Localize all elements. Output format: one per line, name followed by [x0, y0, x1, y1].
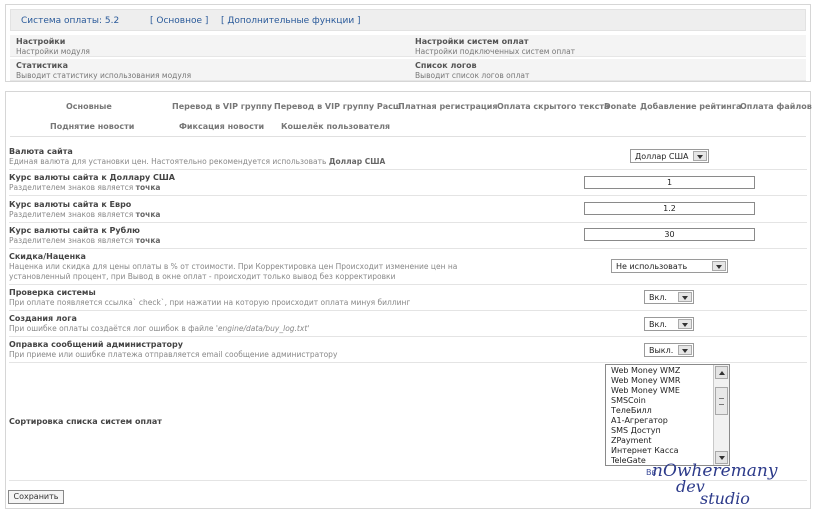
notify-title: Оправка сообщений администратору	[9, 340, 183, 349]
module-payment-systems[interactable]: Настройки систем оплат Настройки подключ…	[415, 37, 575, 56]
list-item[interactable]: Web Money WMR	[606, 376, 713, 386]
list-item[interactable]: SMSCoin	[606, 396, 713, 406]
listbox-scrollbar[interactable]	[713, 365, 729, 465]
list-item[interactable]: A1-Агрегатор	[606, 416, 713, 426]
log-desc: При ошибке оплаты создаётся лог ошибок в…	[9, 324, 310, 333]
tab-paid-registration[interactable]: Платная регистрация	[398, 102, 498, 111]
tab-news-up[interactable]: Поднятие новости	[50, 122, 134, 131]
scroll-up-icon[interactable]	[715, 366, 728, 379]
tab-main-link[interactable]: [ Основное ]	[150, 16, 208, 26]
discount-desc: Наценка или скидка для цены оплаты в % о…	[9, 262, 458, 281]
watermark-line1: nOwheremany	[652, 461, 778, 481]
currency-select[interactable]: Доллар США	[630, 149, 709, 163]
list-item[interactable]: Web Money WME	[606, 386, 713, 396]
discount-title: Скидка/Наценка	[9, 252, 86, 261]
module-payment-systems-desc: Настройки подключенных систем оплат	[415, 47, 576, 56]
currency-desc: Единая валюта для установки цен. Настоят…	[9, 157, 386, 166]
log-select[interactable]: Вкл.	[644, 317, 694, 331]
notify-desc: При приеме или ошибке платежа отправляет…	[9, 350, 338, 359]
log-select-value: Вкл.	[649, 320, 667, 329]
check-select[interactable]: Вкл.	[644, 290, 694, 304]
chevron-down-icon	[693, 151, 707, 161]
payment-systems-listbox[interactable]: Web Money WMZ Web Money WMR Web Money WM…	[605, 364, 730, 466]
tab-wallet[interactable]: Кошелёк пользователя	[281, 122, 390, 131]
notify-select[interactable]: Выкл.	[644, 343, 694, 357]
tab-rating[interactable]: Добавление рейтинга	[640, 102, 741, 111]
discount-select-value: Не использовать	[616, 262, 688, 271]
tabs-divider	[10, 136, 806, 137]
rate-eur-desc: Разделителем знаков является точка	[9, 210, 161, 219]
tab-vip-ext[interactable]: Перевод в VIP группу Расш	[274, 102, 401, 111]
chevron-down-icon	[678, 319, 692, 329]
module-payment-systems-title[interactable]: Настройки систем оплат	[415, 37, 575, 46]
module-statistics-desc: Выводит статистику использования модуля	[16, 71, 192, 80]
rate-rub-desc: Разделителем знаков является точка	[9, 236, 161, 245]
module-panel: Система оплаты: 5.2 [ Основное ] [ Допол…	[5, 4, 811, 82]
tab-vip[interactable]: Перевод в VIP группу	[172, 102, 272, 111]
module-logs-title[interactable]: Список логов	[415, 61, 529, 70]
module-settings-title[interactable]: Настройки	[16, 37, 90, 46]
tab-news-fix[interactable]: Фиксация новости	[179, 122, 264, 131]
chevron-down-icon	[712, 261, 726, 271]
module-statistics-title[interactable]: Статистика	[16, 61, 191, 70]
module-settings-desc: Настройки модуля	[16, 47, 90, 56]
payment-systems-list: Web Money WMZ Web Money WMR Web Money WM…	[606, 366, 713, 465]
tab-files[interactable]: Оплата файлов	[740, 102, 812, 111]
rate-usd-input[interactable]: 1	[584, 176, 755, 189]
rate-eur-input[interactable]: 1.2	[584, 202, 755, 215]
module-logs-desc: Выводит список логов оплат	[415, 71, 530, 80]
check-select-value: Вкл.	[649, 293, 667, 302]
currency-select-value: Доллар США	[635, 152, 689, 161]
discount-select[interactable]: Не использовать	[611, 259, 728, 273]
watermark-line3: studio	[700, 489, 750, 508]
rate-usd-desc: Разделителем знаков является точка	[9, 183, 161, 192]
list-item[interactable]: Web Money WMZ	[606, 366, 713, 376]
version-label: Система оплаты: 5.2	[21, 16, 120, 26]
module-statistics[interactable]: Статистика Выводит статистику использова…	[16, 61, 191, 80]
tab-donate[interactable]: Donate	[604, 102, 636, 111]
log-title: Создания лога	[9, 314, 77, 323]
rate-rub-input[interactable]: 30	[584, 228, 755, 241]
currency-title: Валюта сайта	[9, 147, 73, 156]
list-item[interactable]: Интернет Касса	[606, 446, 713, 456]
rate-rub-title: Курс валюты сайта к Рублю	[9, 226, 140, 235]
tab-extra-link[interactable]: [ Дополнительные функции ]	[221, 16, 361, 26]
module-logs[interactable]: Список логов Выводит список логов оплат	[415, 61, 529, 80]
settings-tabs: Основные Перевод в VIP группу Перевод в …	[6, 94, 812, 136]
save-button[interactable]: Сохранить	[8, 490, 64, 504]
module-row-1: Настройки Настройки модуля Настройки сис…	[10, 35, 806, 57]
rate-eur-title: Курс валюты сайта к Евро	[9, 200, 132, 209]
tab-hidden-text[interactable]: Оплата скрытого текста	[497, 102, 609, 111]
list-item[interactable]: ТелеБилл	[606, 406, 713, 416]
check-title: Проверка системы	[9, 288, 96, 297]
rate-usd-title: Курс валюты сайта к Доллару США	[9, 173, 175, 182]
chevron-down-icon	[678, 345, 692, 355]
tab-basic[interactable]: Основные	[66, 102, 112, 111]
scroll-thumb[interactable]	[715, 387, 728, 415]
chevron-down-icon	[678, 292, 692, 302]
module-topbar: Система оплаты: 5.2 [ Основное ] [ Допол…	[10, 9, 806, 31]
sort-title: Сортировка списка систем оплат	[9, 417, 162, 426]
list-item[interactable]: SMS Доступ	[606, 426, 713, 436]
module-settings[interactable]: Настройки Настройки модуля	[16, 37, 90, 56]
module-row-2: Статистика Выводит статистику использова…	[10, 59, 806, 81]
list-item[interactable]: ZPayment	[606, 436, 713, 446]
check-desc: При оплате появляется ссылка` check`, пр…	[9, 298, 411, 307]
notify-select-value: Выкл.	[649, 346, 674, 355]
